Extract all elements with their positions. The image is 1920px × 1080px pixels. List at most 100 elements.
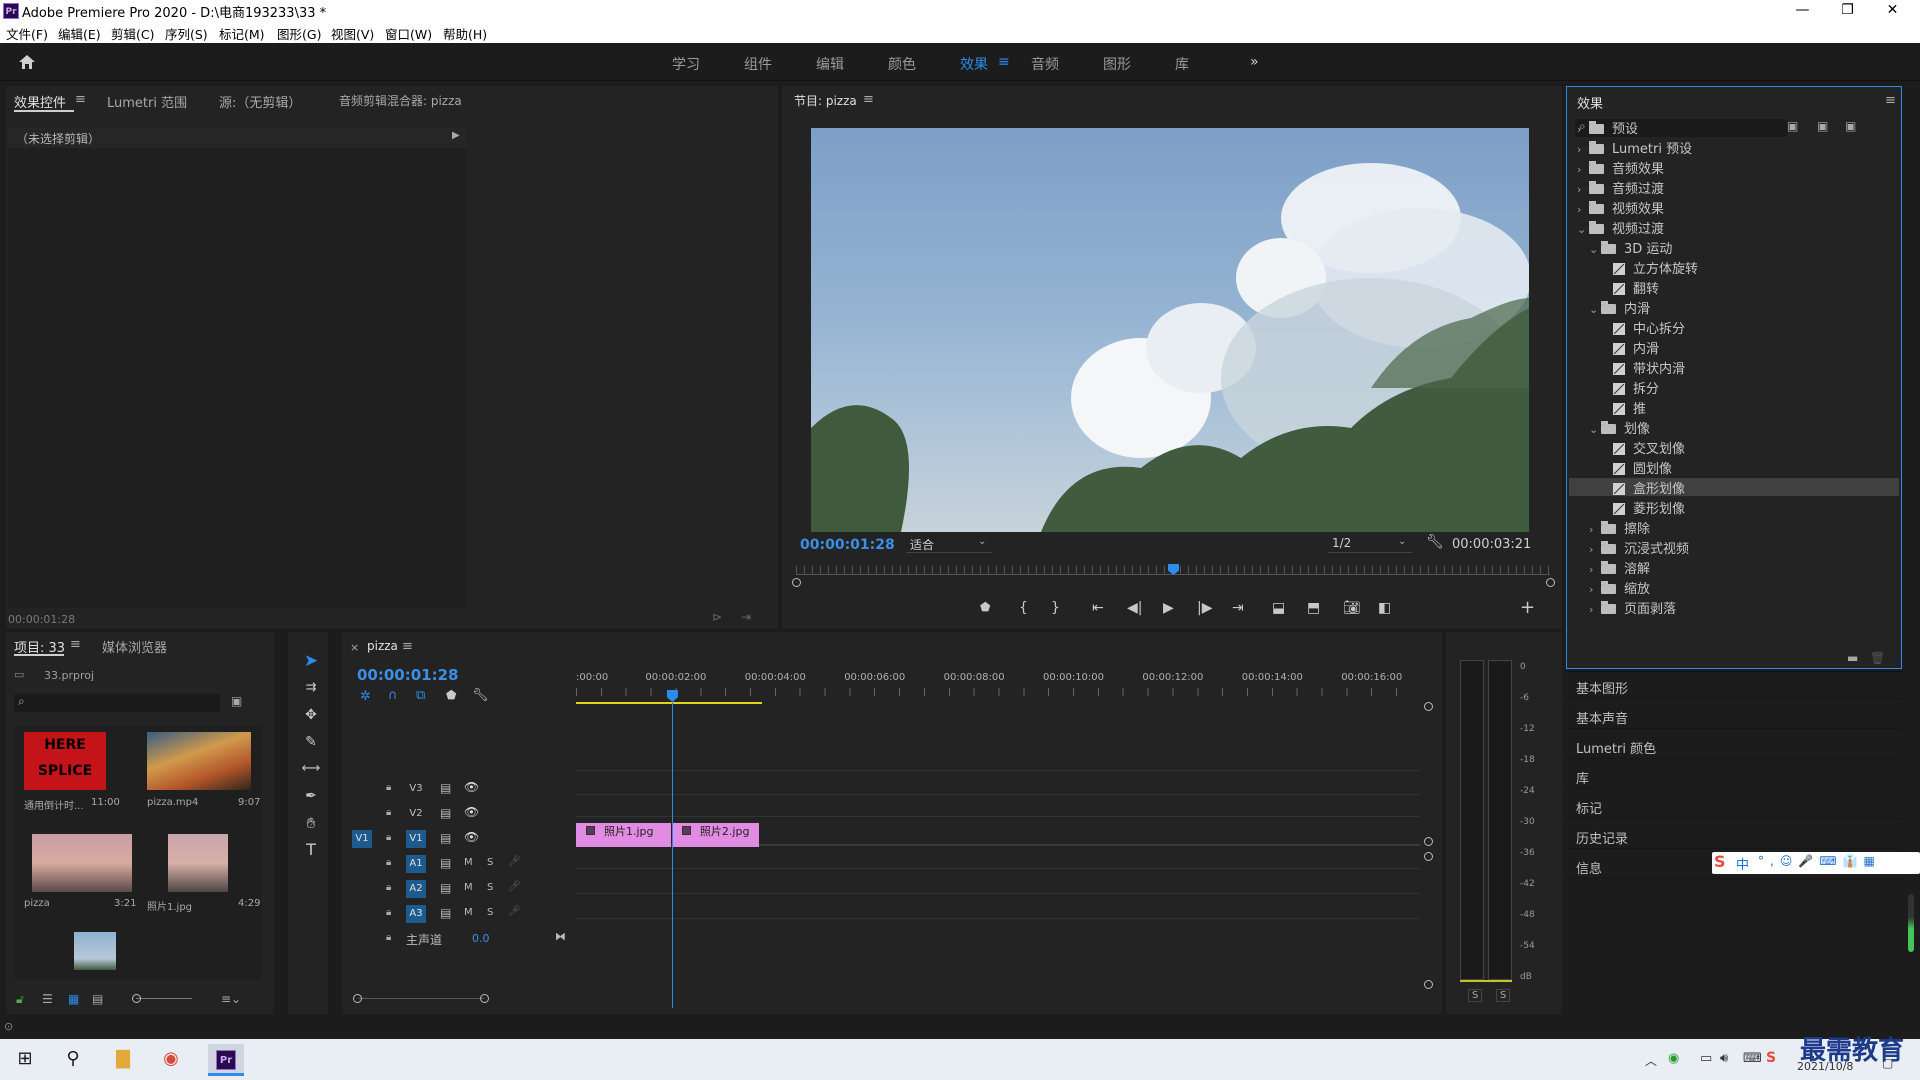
- minimize-button[interactable]: —: [1780, 0, 1825, 22]
- filter-icon[interactable]: ⊳: [712, 610, 722, 624]
- ime-toolbar[interactable]: S 中 °,☺🎤⌨︎👔▦: [1712, 852, 1920, 874]
- linked-selection-icon[interactable]: ⧉: [416, 688, 425, 703]
- tab-effect-controls[interactable]: 效果控件: [14, 92, 66, 111]
- effects-tree-item[interactable]: ⌄ 视频过渡: [1577, 218, 1664, 237]
- icon-view-icon[interactable]: ▦: [68, 992, 79, 1006]
- network-icon[interactable]: ▭: [1700, 1051, 1712, 1066]
- chevron-right-icon[interactable]: ›: [1589, 603, 1601, 616]
- workspace-audio[interactable]: 音频: [1031, 54, 1059, 74]
- workspace-graphics[interactable]: 图形: [1103, 54, 1131, 74]
- eye-icon[interactable]: 👁︎: [464, 780, 479, 794]
- timeline-playhead[interactable]: [671, 690, 673, 1008]
- track-lock-icon[interactable]: 🔒︎: [386, 882, 391, 893]
- notification-icon[interactable]: ▢: [1882, 1056, 1893, 1070]
- track-lock-icon[interactable]: 🔒︎: [386, 857, 391, 868]
- workspace-learn[interactable]: 学习: [672, 54, 700, 74]
- horizontal-scrollbar[interactable]: [358, 998, 484, 999]
- effects-tree-item[interactable]: ⌄ 3D 运动: [1589, 238, 1672, 257]
- zoom-slider-handle[interactable]: [132, 994, 141, 1003]
- project-item-thumb[interactable]: [147, 732, 251, 790]
- effects-tree-item[interactable]: › 沉浸式视频: [1589, 538, 1689, 557]
- timeline-clip[interactable]: 照片1.jpg: [576, 823, 671, 847]
- time-ruler[interactable]: :00:00 00:00:02:00 00:00:04:00 00:00:06:00 0…: [576, 672, 1420, 702]
- work-area-bar[interactable]: [576, 702, 762, 704]
- collapsed-panel-tab[interactable]: 库: [1576, 768, 1589, 787]
- panel-menu-icon[interactable]: ≡: [1885, 93, 1896, 108]
- effects-tree-item[interactable]: 立方体旋转: [1601, 258, 1698, 277]
- panel-menu-icon[interactable]: ≡: [70, 637, 81, 652]
- effects-tree-item[interactable]: 翻转: [1601, 278, 1659, 297]
- chevron-down-icon[interactable]: ⌄: [1589, 243, 1601, 256]
- sync-lock-icon[interactable]: ▤: [440, 831, 451, 845]
- program-timecode[interactable]: 00:00:01:28: [800, 537, 895, 553]
- solo-right-button[interactable]: S: [1496, 989, 1511, 1002]
- delete-icon[interactable]: 🗑︎: [1870, 651, 1885, 665]
- track-lock-icon[interactable]: 🔒︎: [386, 907, 391, 918]
- volume-icon[interactable]: 🔊︎: [1720, 1051, 1728, 1066]
- selection-tool-icon[interactable]: ➤: [300, 650, 322, 672]
- solo-button[interactable]: S: [487, 907, 493, 918]
- collapsed-panel-tab[interactable]: 基本声音: [1576, 708, 1628, 727]
- mute-button[interactable]: M: [464, 907, 473, 918]
- menu-graphics[interactable]: 图形(G): [277, 24, 321, 43]
- track-lock-icon[interactable]: 🔒︎: [386, 932, 391, 943]
- workspace-editing[interactable]: 编辑: [816, 54, 844, 74]
- chevron-right-icon[interactable]: ›: [1577, 203, 1589, 216]
- sync-lock-icon[interactable]: ▤: [440, 781, 451, 795]
- audio-track-target-button[interactable]: A3: [406, 905, 426, 923]
- sequence-tab[interactable]: pizza: [367, 639, 398, 653]
- chevron-right-icon[interactable]: ›: [1577, 143, 1589, 156]
- razor-tool-icon[interactable]: ✎: [300, 731, 322, 753]
- file-explorer-icon[interactable]: ▇: [110, 1046, 136, 1072]
- chevron-down-icon[interactable]: ⌄: [1589, 423, 1601, 436]
- search-icon[interactable]: ⚲: [60, 1046, 86, 1072]
- collapsed-panel-tab[interactable]: 标记: [1576, 798, 1602, 817]
- 32bit-effects-icon[interactable]: ▣: [1817, 119, 1828, 133]
- eye-icon[interactable]: 👁︎: [464, 830, 479, 844]
- sync-lock-icon[interactable]: ▤: [440, 856, 451, 870]
- ime-tray-icon[interactable]: ⌨︎: [1743, 1051, 1762, 1066]
- master-volume-value[interactable]: 0.0: [472, 932, 490, 945]
- windows-start-icon[interactable]: ⊞: [12, 1046, 38, 1072]
- chevron-right-icon[interactable]: ›: [1589, 583, 1601, 596]
- tab-audio-clip-mixer[interactable]: 音频剪辑混合器: pizza: [339, 92, 462, 109]
- effects-title[interactable]: 效果: [1577, 93, 1603, 112]
- nest-icon[interactable]: ✲: [360, 689, 371, 704]
- voiceover-icon[interactable]: 🎤︎: [508, 881, 521, 892]
- button-editor-icon[interactable]: +: [1520, 597, 1535, 618]
- collapse-audio-icon[interactable]: ⧓: [555, 930, 566, 943]
- menu-file[interactable]: 文件(F): [6, 24, 48, 43]
- project-item-thumb[interactable]: [168, 834, 228, 892]
- close-sequence-icon[interactable]: ×: [350, 641, 359, 654]
- track-lock-icon[interactable]: 🔒︎: [386, 782, 391, 793]
- wrench-icon[interactable]: 🔧︎: [1426, 534, 1444, 550]
- track-target-button[interactable]: V1: [406, 830, 426, 848]
- workspace-color[interactable]: 颜色: [888, 54, 916, 74]
- panel-menu-icon[interactable]: ≡: [75, 92, 86, 107]
- effects-tree-item[interactable]: › 预设: [1577, 118, 1638, 137]
- effects-tree-item[interactable]: 内滑: [1601, 338, 1659, 357]
- chevron-down-icon[interactable]: ⌄: [1577, 223, 1589, 236]
- effects-tree-item[interactable]: 拆分: [1601, 378, 1659, 397]
- voiceover-icon[interactable]: 🎤︎: [508, 856, 521, 867]
- effects-tree-item[interactable]: › 音频效果: [1577, 158, 1664, 177]
- sync-lock-icon[interactable]: ▤: [440, 806, 451, 820]
- out-handle[interactable]: [1546, 578, 1555, 587]
- timeline-settings-icon[interactable]: 🔧︎: [472, 688, 489, 703]
- tab-media-browser[interactable]: 媒体浏览器: [102, 637, 167, 656]
- yuv-effects-icon[interactable]: ▣: [1845, 119, 1856, 133]
- voiceover-icon[interactable]: 🎤︎: [508, 906, 521, 917]
- fit-dropdown[interactable]: 适合 ⌄: [906, 535, 992, 553]
- track-lock-icon[interactable]: 🔒︎: [386, 832, 391, 843]
- effects-tree-item[interactable]: 交叉划像: [1601, 438, 1685, 457]
- project-search-input[interactable]: ⌕: [14, 694, 220, 712]
- menu-window[interactable]: 窗口(W): [385, 24, 432, 43]
- step-back-icon[interactable]: ◀|: [1127, 600, 1142, 616]
- eye-icon[interactable]: 👁︎: [464, 805, 479, 819]
- menu-edit[interactable]: 编辑(E): [58, 24, 101, 43]
- in-handle[interactable]: [792, 578, 801, 587]
- snap-icon[interactable]: ∩: [388, 688, 398, 703]
- effects-tree-item[interactable]: 中心拆分: [1601, 318, 1685, 337]
- track-select-tool-icon[interactable]: ⇉: [300, 677, 322, 699]
- sync-lock-icon[interactable]: ▤: [440, 881, 451, 895]
